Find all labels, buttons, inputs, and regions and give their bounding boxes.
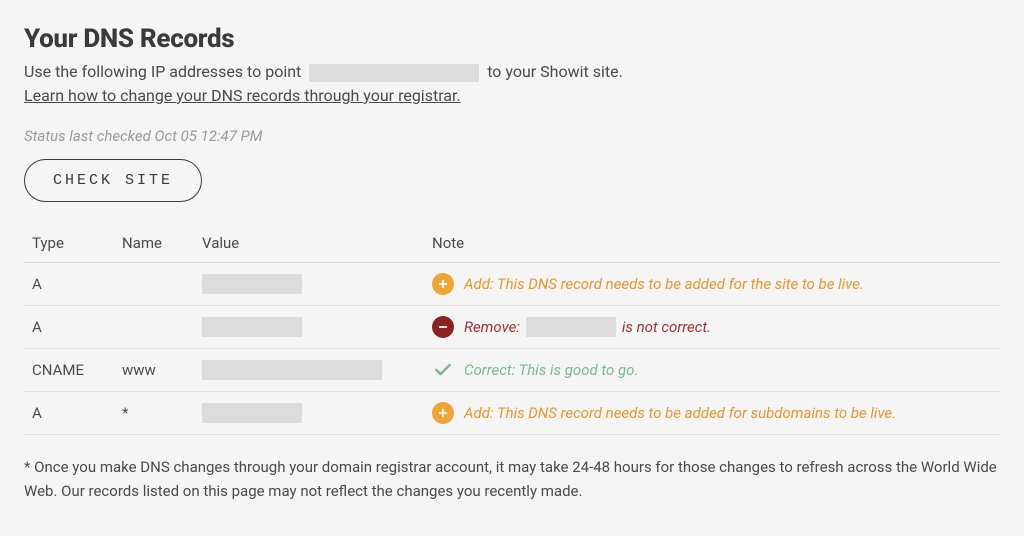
cell-name — [114, 306, 194, 349]
cell-value — [194, 349, 424, 392]
cell-value — [194, 263, 424, 306]
col-header-value: Value — [194, 224, 424, 263]
cell-value — [194, 392, 424, 435]
minus-icon — [432, 316, 454, 338]
cell-type: A — [24, 306, 114, 349]
check-icon — [432, 359, 454, 381]
learn-dns-link[interactable]: Learn how to change your DNS records thr… — [24, 86, 461, 105]
table-row: A Remove: is not correct. — [24, 306, 1000, 349]
redacted-value — [202, 403, 302, 423]
subtitle: Use the following IP addresses to point … — [24, 60, 1000, 84]
col-header-name: Name — [114, 224, 194, 263]
redacted-value — [202, 274, 302, 294]
table-row: A * Add: This DNS record needs to be add… — [24, 392, 1000, 435]
col-header-type: Type — [24, 224, 114, 263]
table-row: CNAME www Correct: This is good to go. — [24, 349, 1000, 392]
note-text: Remove: is not correct. — [464, 317, 711, 337]
note-text: Correct: This is good to go. — [464, 361, 638, 379]
note-text: Add: This DNS record needs to be added f… — [464, 275, 864, 293]
check-site-button[interactable]: CHECK SITE — [24, 159, 202, 202]
redacted-value — [202, 360, 382, 380]
note-correct: Correct: This is good to go. — [432, 359, 992, 381]
cell-name — [114, 263, 194, 306]
table-row: A Add: This DNS record needs to be added… — [24, 263, 1000, 306]
redacted-domain — [309, 64, 479, 82]
note-text: Add: This DNS record needs to be added f… — [464, 404, 896, 422]
redacted-value — [202, 317, 302, 337]
subtitle-before: Use the following IP addresses to point — [24, 62, 301, 81]
subtitle-after: to your Showit site. — [487, 62, 623, 81]
cell-value — [194, 306, 424, 349]
dns-records-table: Type Name Value Note A Add: This DNS rec… — [24, 224, 1000, 435]
note-add: Add: This DNS record needs to be added f… — [432, 402, 992, 424]
page-title: Your DNS Records — [24, 24, 1000, 54]
col-header-note: Note — [424, 224, 1000, 263]
cell-name: * — [114, 392, 194, 435]
plus-icon — [432, 402, 454, 424]
redacted-inline — [526, 317, 616, 337]
cell-type: CNAME — [24, 349, 114, 392]
note-remove: Remove: is not correct. — [432, 316, 992, 338]
cell-name: www — [114, 349, 194, 392]
footnote: * Once you make DNS changes through your… — [24, 455, 1000, 503]
status-text: Status last checked Oct 05 12:47 PM — [24, 127, 1000, 145]
cell-type: A — [24, 263, 114, 306]
note-add: Add: This DNS record needs to be added f… — [432, 273, 992, 295]
plus-icon — [432, 273, 454, 295]
cell-type: A — [24, 392, 114, 435]
